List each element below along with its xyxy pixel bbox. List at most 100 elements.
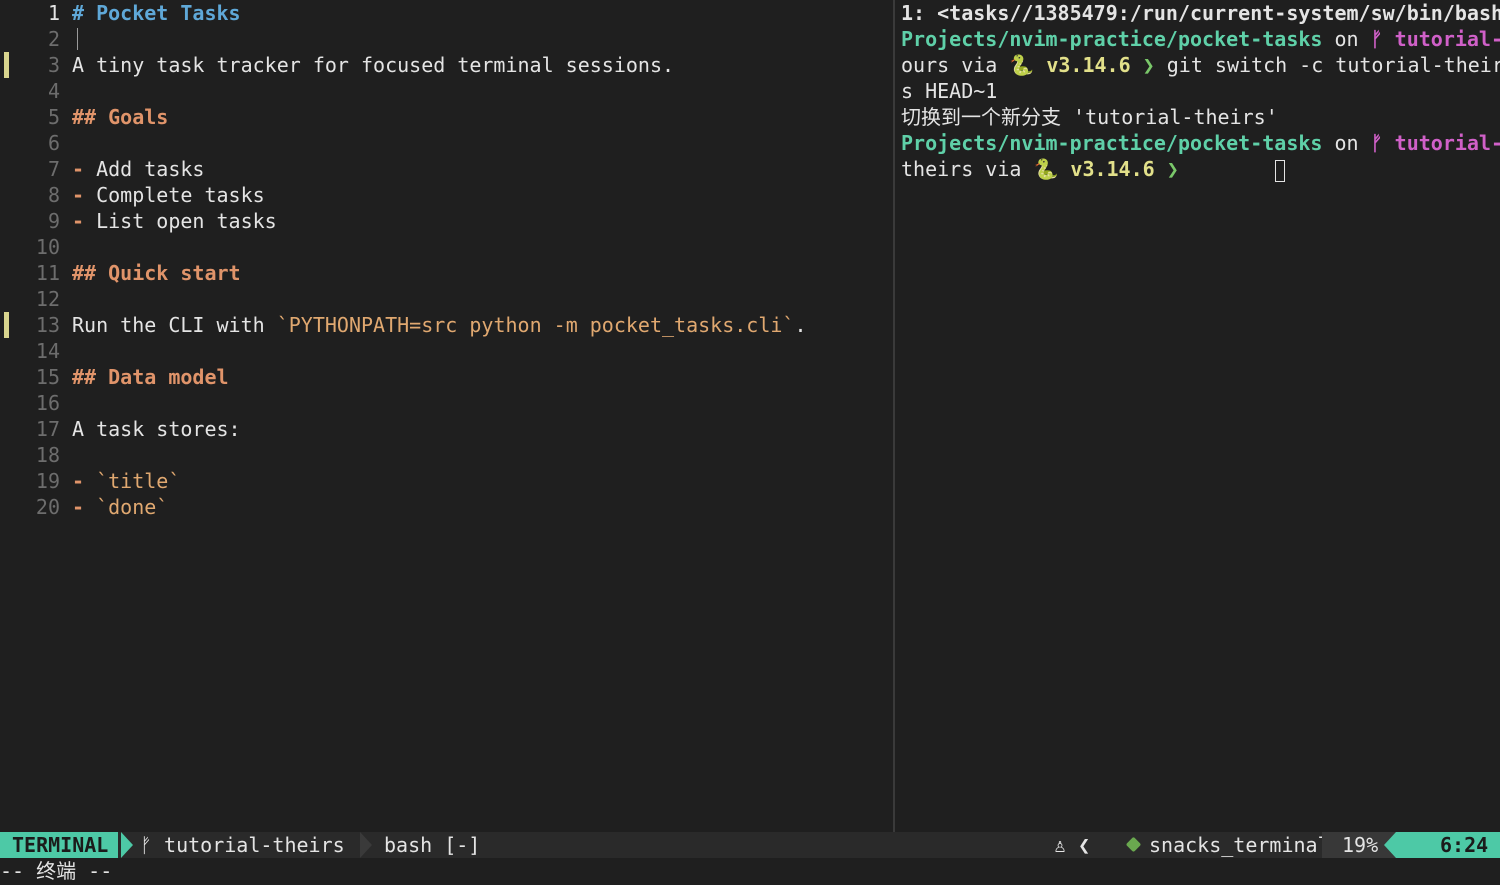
line-number: 18 xyxy=(35,443,60,467)
editor-line[interactable]: 19- `title` xyxy=(0,468,893,494)
text-span: A tiny task tracker for focused terminal… xyxy=(72,53,675,77)
text-span: `done` xyxy=(96,495,169,519)
editor-line[interactable]: 7- Add tasks xyxy=(0,156,893,182)
editor-line[interactable]: 3 A tiny task tracker for focused termina… xyxy=(0,52,893,78)
editor-line[interactable]: 1 # Pocket Tasks xyxy=(0,0,893,26)
text-span: Complete tasks xyxy=(96,183,265,207)
editor-line[interactable]: 13 Run the CLI with `PYTHONPATH=src pytho… xyxy=(0,312,893,338)
line-number: 8 xyxy=(47,183,60,207)
line-number: 20 xyxy=(35,495,60,519)
filetype-icon xyxy=(1125,836,1142,853)
line-number: 12 xyxy=(35,287,60,311)
line-number: 11 xyxy=(35,261,60,285)
mode-indicator: TERMINAL xyxy=(0,832,119,858)
terminal-title: 1: <tasks//1385479:/run/current-system/s… xyxy=(901,1,1500,25)
editor-line[interactable]: 9- List open tasks xyxy=(0,208,893,234)
terminal-text: ᚠ tutorial- xyxy=(1370,27,1500,51)
editor-pane[interactable]: 1 # Pocket Tasks 2 3 A tiny task tracker for… xyxy=(0,0,893,832)
editor-line[interactable]: 6 xyxy=(0,130,893,156)
statusline: TERMINAL ᚠ tutorial-theirs bash [-] ♙ ❮ … xyxy=(0,832,1500,858)
text-span: Run the CLI with xyxy=(72,313,277,337)
text-span: `title` xyxy=(96,469,181,493)
editor-line[interactable]: 16 xyxy=(0,390,893,416)
editor-line[interactable]: 12 xyxy=(0,286,893,312)
editor-line[interactable]: 5 ## Goals xyxy=(0,104,893,130)
line-number: 15 xyxy=(35,365,60,389)
separator-arrow-icon xyxy=(121,832,133,858)
editor-line[interactable]: 15 ## Data model xyxy=(0,364,893,390)
line-number: 2 xyxy=(47,27,60,51)
nvim-window: 1 # Pocket Tasks 2 3 A tiny task tracker for… xyxy=(0,0,1500,885)
git-change-sign xyxy=(4,312,9,338)
terminal-text: ours via xyxy=(901,53,1010,77)
line-text: - Complete tasks xyxy=(72,182,265,208)
separator-arrow-icon xyxy=(360,832,372,858)
text-span: # xyxy=(72,1,97,25)
line-text: Run the CLI with `PYTHONPATH=src python … xyxy=(72,312,807,338)
command-line[interactable]: -- 终端 -- xyxy=(0,858,1500,885)
terminal-pane[interactable]: 1: <tasks//1385479:/run/current-system/s… xyxy=(895,0,1500,832)
filetype: snacks_terminal xyxy=(1125,832,1330,858)
text-span: ## Quick start xyxy=(72,261,241,285)
git-change-sign xyxy=(4,52,9,78)
terminal-text: Projects/nvim-practice/pocket-tasks xyxy=(901,131,1323,155)
line-number: 5 xyxy=(47,105,60,129)
text-span: List open tasks xyxy=(96,209,277,233)
terminal-text: Projects/nvim-practice/pocket-tasks xyxy=(901,27,1323,51)
text-span: - xyxy=(72,183,97,207)
line-number: 4 xyxy=(47,79,60,103)
editor-line[interactable]: 10 xyxy=(0,234,893,260)
terminal-text: theirs via xyxy=(901,157,1034,181)
editor-line[interactable]: 4 xyxy=(0,78,893,104)
cursor-position: 6:24 xyxy=(1440,833,1489,857)
text-span: . xyxy=(794,313,807,337)
terminal-text: 🐍 v3.14.6 xyxy=(1009,53,1131,77)
editor-cursor xyxy=(77,28,78,50)
line-number: 16 xyxy=(35,391,60,415)
editor-line[interactable]: 2 xyxy=(0,26,893,52)
separator-arrow-icon xyxy=(1384,832,1396,858)
editor-line[interactable]: 18 xyxy=(0,442,893,468)
terminal-text: 🐍 v3.14.6 xyxy=(1033,157,1155,181)
terminal-line: Projects/nvim-practice/pocket-tasks on ᚠ… xyxy=(901,130,1500,156)
text-span: - xyxy=(72,157,97,181)
git-branch: ᚠ tutorial-theirs xyxy=(140,833,345,857)
text-span: - xyxy=(72,209,97,233)
terminal-text: ❯ xyxy=(1154,157,1179,181)
line-number: 7 xyxy=(47,157,60,181)
line-text: - `done` xyxy=(72,494,168,520)
text-span: A task stores: xyxy=(72,417,241,441)
line-number: 17 xyxy=(35,417,60,441)
line-number: 3 xyxy=(47,53,60,77)
line-text: ## Data model xyxy=(72,364,229,390)
terminal-text: 切换到一个新分支 'tutorial-theirs' xyxy=(901,105,1278,129)
line-number: 13 xyxy=(35,313,60,337)
terminal-text: on xyxy=(1322,131,1371,155)
terminal-text: ❯ xyxy=(1130,53,1167,77)
editor-line[interactable]: 8- Complete tasks xyxy=(0,182,893,208)
editor-line[interactable]: 20- `done` xyxy=(0,494,893,520)
terminal-text: git switch -c tutorial-their xyxy=(1166,53,1500,77)
editor-line[interactable]: 17 A task stores: xyxy=(0,416,893,442)
text-span: - xyxy=(72,495,97,519)
terminal-line: s HEAD~1 xyxy=(901,78,1500,104)
text-span: - xyxy=(72,469,97,493)
line-number: 19 xyxy=(35,469,60,493)
editor-line[interactable]: 11 ## Quick start xyxy=(0,260,893,286)
terminal-text: on xyxy=(1322,27,1371,51)
terminal-line: Projects/nvim-practice/pocket-tasks on ᚠ… xyxy=(901,26,1500,52)
line-number: 6 xyxy=(47,131,60,155)
line-text: ## Goals xyxy=(72,104,168,130)
line-text: # Pocket Tasks xyxy=(72,0,241,26)
terminal-line: 切换到一个新分支 'tutorial-theirs' xyxy=(901,104,1500,130)
terminal-text: s HEAD~1 xyxy=(901,79,998,103)
terminal-text: ᚠ tutorial- xyxy=(1370,131,1500,155)
line-text: A task stores: xyxy=(72,416,241,442)
terminal-line: ours via 🐍 v3.14.6 ❯ git switch -c tutor… xyxy=(901,52,1500,78)
linux-icon: ♙ ❮ xyxy=(1054,833,1091,857)
text-span: ## Data model xyxy=(72,365,229,389)
scroll-percent: 19% xyxy=(1342,833,1379,857)
editor-line[interactable]: 14 xyxy=(0,338,893,364)
text-span: Pocket Tasks xyxy=(96,1,241,25)
